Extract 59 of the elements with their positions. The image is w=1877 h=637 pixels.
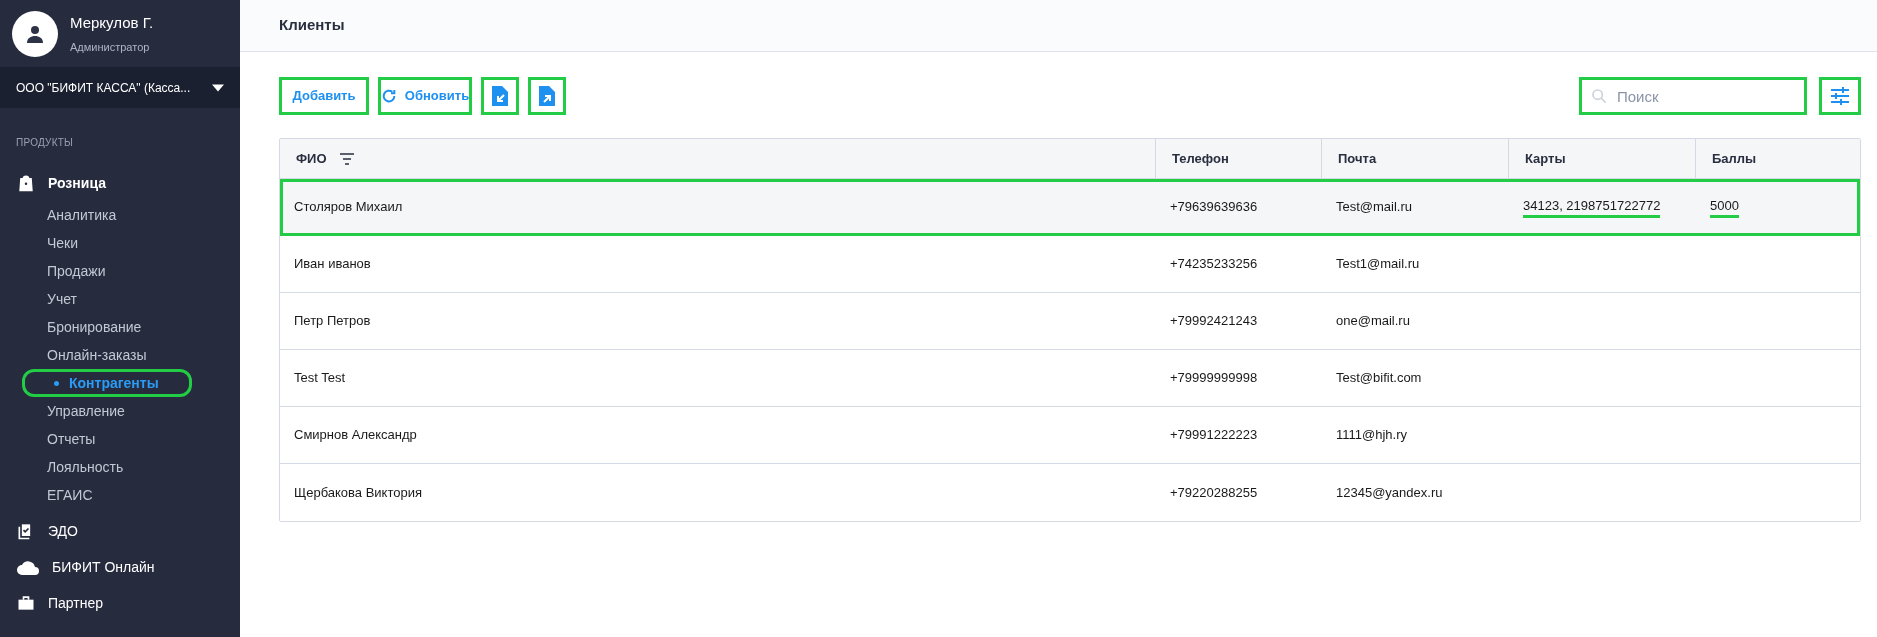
nav-item[interactable]: БИФИТ Онлайн xyxy=(0,549,240,585)
table-cell-text: +79992421243 xyxy=(1170,312,1258,331)
column-header[interactable]: Телефон xyxy=(1156,139,1322,178)
nav-subitem[interactable]: ЕГАИС xyxy=(0,481,240,509)
table-row[interactable]: Столяров Михаил +79639639636 Test@mail.ru 34123, 2198751722772 5000 xyxy=(280,179,1860,236)
search-icon xyxy=(1591,88,1607,104)
import-file-button[interactable] xyxy=(481,77,519,115)
nav-subitem[interactable]: Бронирование xyxy=(0,313,240,341)
nav-subitem[interactable]: Лояльность xyxy=(0,453,240,481)
filter-icon xyxy=(338,152,355,165)
section-label: ПРОДУКТЫ xyxy=(15,136,75,150)
table-cell-text: Столяров Михаил xyxy=(294,198,403,217)
nav-item[interactable]: Розница xyxy=(0,165,240,201)
nav-subitem[interactable]: Чеки xyxy=(0,229,240,257)
user-name: Меркулов Г. xyxy=(70,13,154,33)
file-arrow-in-icon xyxy=(492,86,508,106)
table-cell-text: Петр Петров xyxy=(294,312,371,331)
table-cell-text: Test1@mail.ru xyxy=(1336,255,1420,274)
nav-subitem[interactable]: Контрагенты xyxy=(22,369,192,397)
nav-subitem[interactable]: Онлайн-заказы xyxy=(0,341,240,369)
caret-icon xyxy=(212,83,224,92)
search-field[interactable]: Поиск xyxy=(1579,77,1807,115)
column-header[interactable]: Баллы xyxy=(1696,139,1860,178)
table-cell: 5000 xyxy=(1710,195,1739,219)
sliders-icon xyxy=(1830,86,1850,106)
column-header[interactable]: Карты xyxy=(1509,139,1696,178)
table-cell-text: Иван иванов xyxy=(294,255,371,274)
table-cell-text: Test@mail.ru xyxy=(1336,198,1413,217)
export-file-button[interactable] xyxy=(528,77,566,115)
briefcase-icon xyxy=(16,593,36,613)
table-cell: 34123, 2198751722772 xyxy=(1523,195,1661,219)
table-cell-text: +79999999998 xyxy=(1170,369,1258,388)
refresh-icon xyxy=(380,88,397,104)
table-cell-text: Щербакова Виктория xyxy=(294,483,423,502)
table-cell-text: Test Test xyxy=(294,369,346,388)
nav-subitem[interactable]: Аналитика xyxy=(0,201,240,229)
nav-subitem[interactable]: Учет xyxy=(0,285,240,313)
table-cell-text: +79220288255 xyxy=(1170,483,1258,502)
page-title: Клиенты xyxy=(279,15,345,36)
nav-subitem[interactable]: Продажи xyxy=(0,257,240,285)
nav-item[interactable]: ЭДО xyxy=(0,513,240,549)
shopping-bag-icon xyxy=(16,173,36,193)
table-cell-text: 1111@hjh.ry xyxy=(1336,426,1407,445)
table-cell-text: 12345@yandex.ru xyxy=(1336,483,1443,502)
table-cell-text: +74235233256 xyxy=(1170,255,1258,274)
column-header[interactable]: ФИО xyxy=(280,139,1156,178)
nav-subitem[interactable]: Отчеты xyxy=(0,425,240,453)
company-selector[interactable]: ООО "БИФИТ КАССА" (Касса... xyxy=(0,67,240,108)
settings-button[interactable] xyxy=(1819,77,1861,115)
nav-item[interactable]: Партнер xyxy=(0,585,240,621)
table-cell-text: +79639639636 xyxy=(1170,198,1258,217)
table-cell-text: Смирнов Александр xyxy=(294,426,417,445)
user-role: Администратор xyxy=(70,39,151,55)
nav-subitem[interactable]: Управление xyxy=(0,397,240,425)
column-header[interactable]: Почта xyxy=(1322,139,1509,178)
table-cell-text: Test@bifit.com xyxy=(1336,369,1422,388)
file-arrow-out-icon xyxy=(539,86,555,106)
table-cell-text: one@mail.ru xyxy=(1336,312,1410,331)
table-cell-text: +79991222223 xyxy=(1170,426,1258,445)
